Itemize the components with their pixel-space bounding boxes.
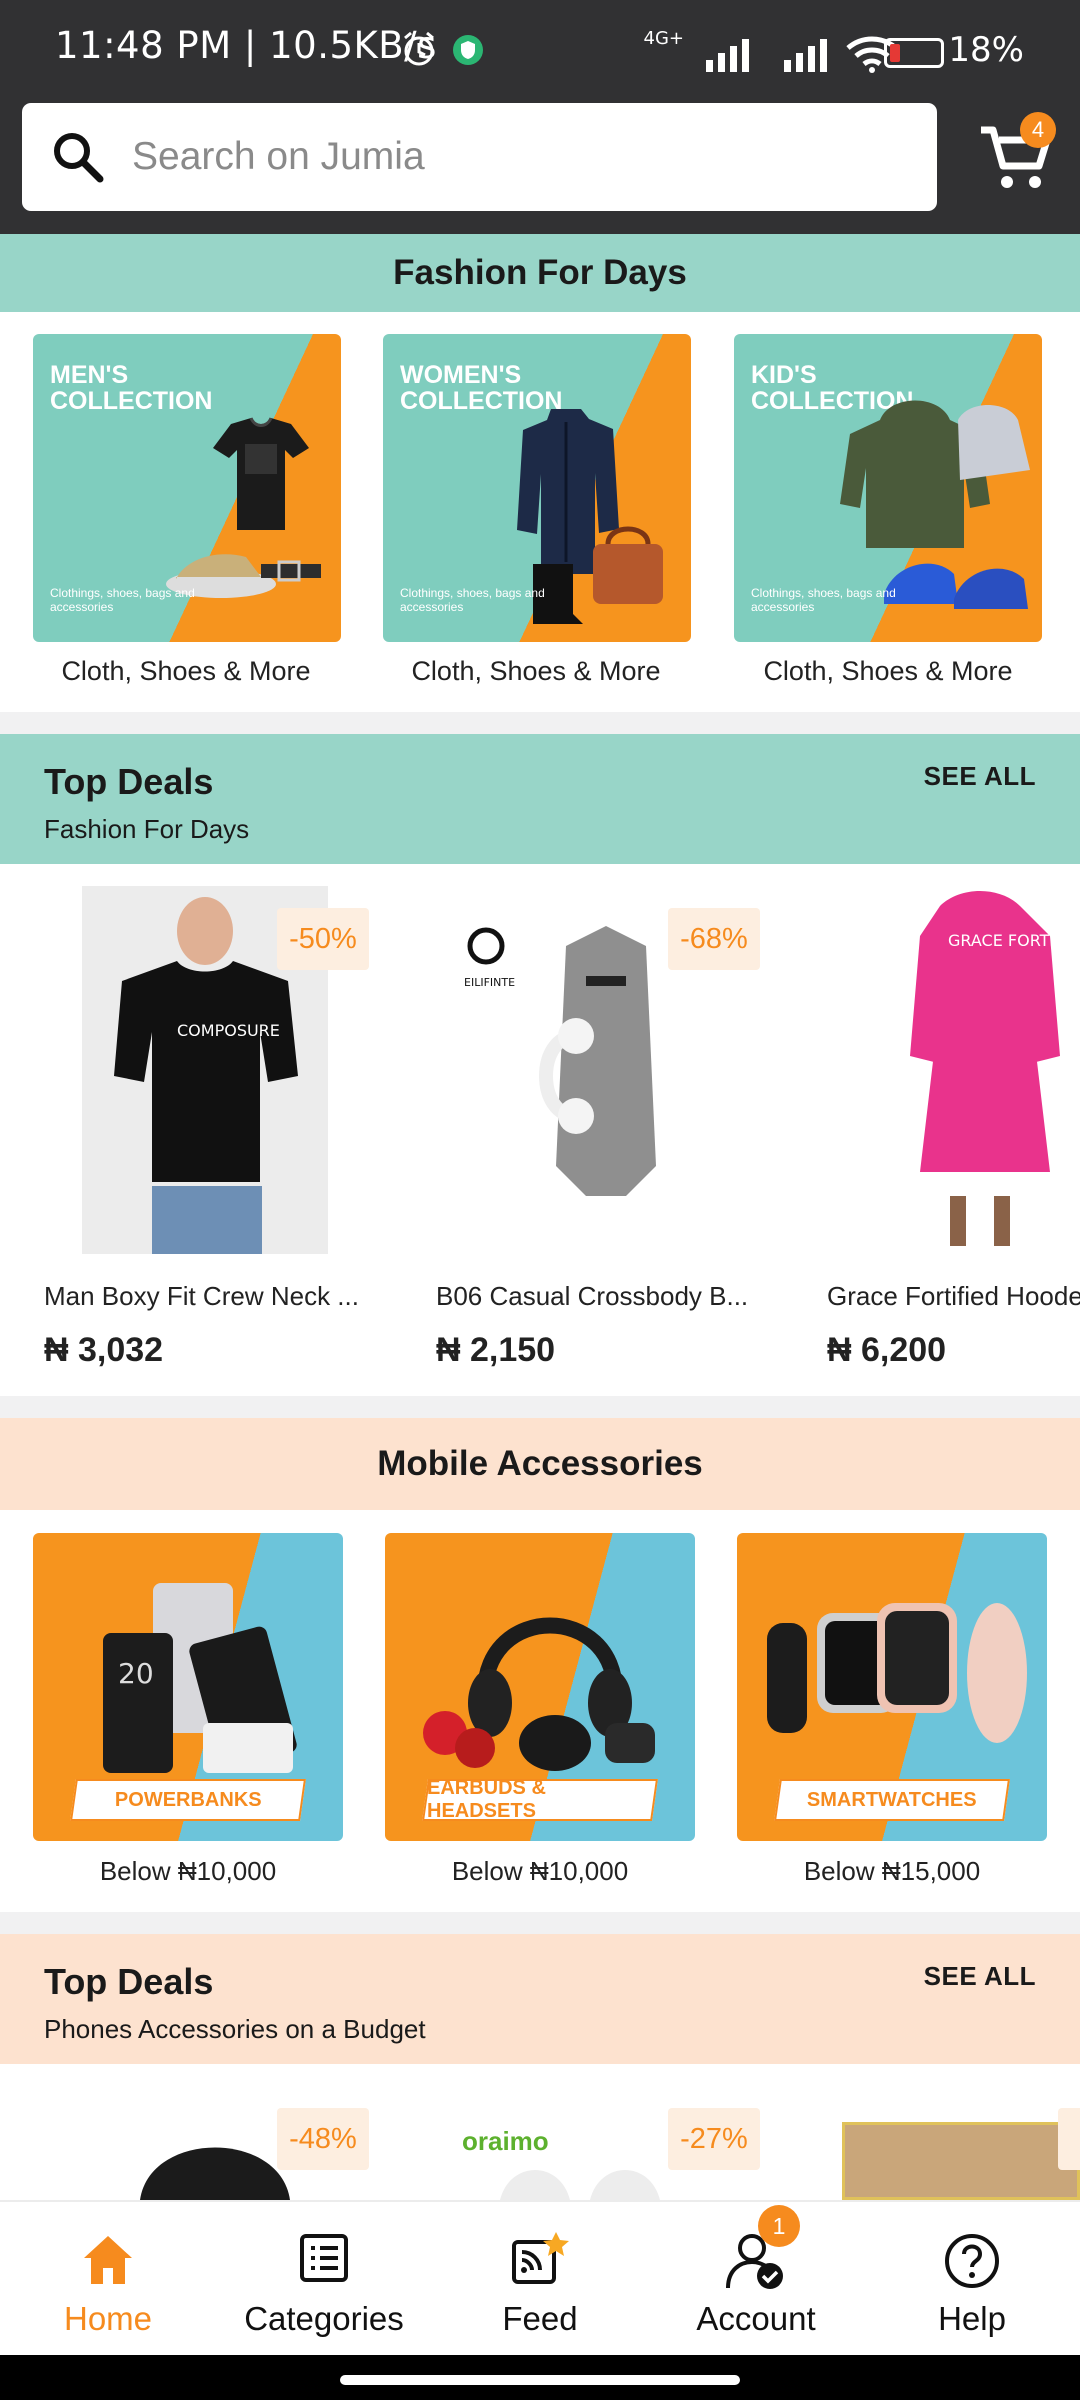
product-image: GRACE FORTIFIED bbox=[880, 886, 1080, 1254]
network-type: 4G+ bbox=[643, 28, 684, 49]
tshirt-image bbox=[213, 417, 309, 530]
app-header bbox=[0, 80, 1080, 234]
section-divider bbox=[0, 712, 1080, 734]
section-divider bbox=[0, 1396, 1080, 1418]
mens-collection-tile[interactable]: MEN'S COLLECTION Clothings, shoes, bags … bbox=[33, 334, 341, 642]
nav-home[interactable]: Home bbox=[0, 2202, 216, 2357]
product-name: Grace Fortified Hoode bbox=[827, 1281, 1080, 1311]
tile-subtitle: Clothings, shoes, bags and accessories bbox=[751, 586, 896, 614]
cart-count-badge: 4 bbox=[1020, 112, 1056, 148]
signal-icon-2 bbox=[784, 39, 827, 72]
discount-badge: -68% bbox=[668, 908, 760, 970]
bottom-navigation: Home Categories Feed Account Help bbox=[0, 2200, 1080, 2355]
status-bar: 11:48 PM | 10.5KB/s 4G+ 18% bbox=[0, 0, 1080, 80]
discount-badge: -50% bbox=[277, 908, 369, 970]
shield-app-icon bbox=[453, 35, 483, 65]
oraimo-logo: oraimo bbox=[462, 2126, 549, 2156]
powerbanks-tile[interactable]: 20 POWERBANKS bbox=[33, 1533, 343, 1841]
home-indicator[interactable] bbox=[340, 2375, 740, 2385]
womens-collection-tile[interactable]: WOMEN'S COLLECTION Clothings, shoes, bag… bbox=[383, 334, 691, 642]
tile-caption: Below ₦15,000 bbox=[803, 1856, 981, 1886]
product-image bbox=[842, 2122, 1080, 2200]
tile-caption: Cloth, Shoes & More bbox=[763, 656, 1013, 686]
fashion-section-header: Fashion For Days bbox=[0, 234, 1080, 312]
see-all-link[interactable]: SEE ALL bbox=[924, 1961, 1036, 1992]
product-name: Man Boxy Fit Crew Neck ... bbox=[44, 1281, 359, 1311]
discount-badge: -48% bbox=[277, 2108, 369, 2170]
mobile-accessories-header: Mobile Accessories bbox=[0, 1418, 1080, 1510]
tile-caption: Cloth, Shoes & More bbox=[61, 656, 311, 686]
mobile-accessories-title: Mobile Accessories bbox=[377, 1444, 703, 1483]
hoodie-image bbox=[840, 400, 1030, 548]
section-title: Top Deals bbox=[44, 761, 214, 802]
search-icon bbox=[54, 133, 104, 183]
nav-categories[interactable]: Categories bbox=[216, 2202, 432, 2357]
pink-hoodie-dress-image: GRACE FORTIFIED bbox=[910, 891, 1080, 1246]
nav-feed[interactable]: Feed bbox=[432, 2202, 648, 2357]
battery-percent: 18% bbox=[948, 30, 1024, 70]
nav-label: Home bbox=[63, 2300, 153, 2337]
tile-label: SMARTWATCHES bbox=[774, 1779, 1010, 1821]
battery-icon bbox=[884, 38, 944, 68]
search-input[interactable] bbox=[132, 135, 892, 179]
top-deals-fashion-header: Top Deals Fashion For Days SEE ALL bbox=[0, 734, 1080, 864]
section-subtitle: Phones Accessories on a Budget bbox=[44, 2014, 426, 2044]
tile-caption: Below ₦10,000 bbox=[451, 1856, 629, 1886]
tshirt-print-text: COMPOSURE bbox=[177, 1021, 280, 1040]
tile-subtitle: Clothings, shoes, bags and accessories bbox=[50, 586, 195, 614]
nav-label: Account bbox=[696, 2300, 816, 2337]
list-icon bbox=[300, 2234, 348, 2282]
svg-text:20: 20 bbox=[118, 1657, 154, 1690]
tile-caption: Below ₦10,000 bbox=[99, 1856, 277, 1886]
product-name: B06 Casual Crossbody B... bbox=[436, 1281, 749, 1311]
product-price: ₦ 2,150 bbox=[436, 1331, 556, 1369]
dress-print-text: GRACE FORTIFIED bbox=[948, 931, 1080, 950]
help-icon bbox=[945, 2234, 999, 2288]
discount-badge: -27% bbox=[668, 2108, 760, 2170]
handbag-boots-image bbox=[533, 526, 663, 624]
product-price: ₦ 3,032 bbox=[44, 1331, 164, 1369]
section-title: Top Deals bbox=[44, 1961, 214, 2002]
see-all-link[interactable]: SEE ALL bbox=[924, 761, 1036, 792]
search-bar[interactable] bbox=[22, 103, 937, 211]
fashion-section-title: Fashion For Days bbox=[393, 253, 687, 292]
tile-label: POWERBANKS bbox=[70, 1779, 306, 1821]
tile-label: EARBUDS & HEADSETS bbox=[422, 1777, 658, 1822]
earbuds-headsets-tile[interactable]: EARBUDS & HEADSETS bbox=[385, 1533, 695, 1841]
nav-account[interactable]: Account bbox=[648, 2202, 864, 2357]
section-divider bbox=[0, 1912, 1080, 1934]
kids-collection-tile[interactable]: KID'S COLLECTION Clothings, shoes, bags … bbox=[734, 334, 1042, 642]
account-notification-badge: 1 bbox=[758, 2205, 800, 2247]
bag-brand-text: EILIFINTE bbox=[464, 976, 515, 989]
product-image bbox=[500, 2170, 660, 2200]
home-icon bbox=[84, 2236, 132, 2284]
tile-caption: Cloth, Shoes & More bbox=[411, 656, 661, 686]
product-image bbox=[140, 2147, 290, 2200]
tile-title: MEN'S COLLECTION bbox=[50, 361, 213, 415]
discount-badge-partial bbox=[1058, 2108, 1080, 2170]
gesture-bar bbox=[0, 2355, 1080, 2400]
powerbank-image: 20 bbox=[103, 1583, 297, 1773]
smartwatch-image bbox=[767, 1603, 1027, 1743]
nav-help[interactable]: Help bbox=[864, 2202, 1080, 2357]
headphones-image bbox=[423, 1617, 655, 1771]
signal-icon bbox=[706, 39, 749, 72]
section-subtitle: Fashion For Days bbox=[44, 814, 250, 844]
feed-icon bbox=[512, 2232, 569, 2284]
tile-subtitle: Clothings, shoes, bags and accessories bbox=[400, 586, 545, 614]
smartwatches-tile[interactable]: SMARTWATCHES bbox=[737, 1533, 1047, 1841]
product-price: ₦ 6,200 bbox=[827, 1331, 947, 1369]
status-time: 11:48 PM | 10.5KB/s bbox=[55, 24, 437, 67]
alarm-icon bbox=[404, 31, 434, 66]
nav-label: Feed bbox=[502, 2300, 578, 2337]
nav-label: Categories bbox=[244, 2300, 404, 2337]
top-deals-phones-header: Top Deals Phones Accessories on a Budget… bbox=[0, 1934, 1080, 2064]
nav-label: Help bbox=[938, 2300, 1006, 2337]
